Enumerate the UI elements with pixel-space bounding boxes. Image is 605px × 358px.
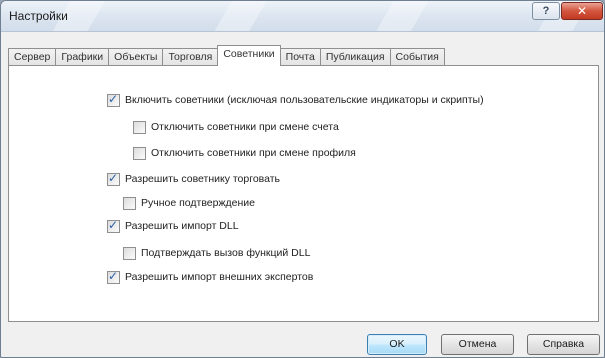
option-allow-external-experts[interactable]: ✓ Разрешить импорт внешних экспертов: [107, 268, 314, 284]
option-manual-confirmation[interactable]: Ручное подтверждение: [123, 196, 255, 210]
option-allow-dll-imports[interactable]: ✓ Разрешить импорт DLL: [107, 217, 239, 233]
tab-server[interactable]: Сервер: [8, 48, 57, 66]
check-mark-icon: ✓: [108, 170, 119, 185]
help-button[interactable]: Справка: [527, 334, 600, 355]
cancel-button[interactable]: Отмена: [441, 334, 514, 355]
tab-expert-advisors[interactable]: Советники: [217, 45, 281, 66]
checkbox-manual-confirmation[interactable]: [123, 196, 136, 210]
option-disable-on-profile-change[interactable]: Отключить советники при смене профиля: [133, 146, 356, 160]
help-icon[interactable]: ?: [532, 2, 560, 20]
option-enable-experts[interactable]: ✓ Включить советники (исключая пользоват…: [107, 91, 484, 107]
option-label: Разрешить советнику торговать: [125, 173, 281, 185]
title-bar-glass: [1, 1, 604, 31]
checkbox-disable-on-account-change[interactable]: [133, 120, 146, 134]
checkbox-allow-dll-imports[interactable]: ✓: [107, 217, 120, 233]
title-bar[interactable]: Настройки ? ✕: [1, 1, 604, 32]
close-icon[interactable]: ✕: [561, 2, 603, 20]
tab-publisher[interactable]: Публикация: [319, 48, 391, 66]
option-label: Разрешить импорт внешних экспертов: [125, 271, 314, 283]
option-label: Ручное подтверждение: [141, 197, 255, 209]
option-label: Разрешить импорт DLL: [125, 220, 239, 232]
tab-charts[interactable]: Графики: [55, 48, 110, 66]
checkbox-disable-on-profile-change[interactable]: [133, 146, 146, 160]
tab-email[interactable]: Почта: [279, 48, 321, 66]
checkbox-allow-live-trading[interactable]: ✓: [107, 170, 120, 186]
checkbox-confirm-dll-calls[interactable]: [123, 246, 136, 260]
option-disable-on-account-change[interactable]: Отключить советники при смене счета: [133, 120, 339, 134]
tab-objects[interactable]: Объекты: [108, 48, 164, 66]
ok-button[interactable]: OK: [367, 334, 427, 355]
check-mark-icon: ✓: [108, 91, 119, 106]
settings-dialog: Настройки ? ✕ Сервер Графики Объекты Тор…: [0, 0, 605, 358]
check-mark-icon: ✓: [108, 268, 119, 283]
tab-strip: Сервер Графики Объекты Торговля Советник…: [8, 45, 445, 66]
expert-advisors-panel: ✓ Включить советники (исключая пользоват…: [8, 65, 599, 322]
option-label: Отключить советники при смене счета: [151, 121, 339, 133]
option-label: Отключить советники при смене профиля: [151, 147, 356, 159]
option-allow-live-trading[interactable]: ✓ Разрешить советнику торговать: [107, 170, 281, 186]
option-confirm-dll-calls[interactable]: Подтверждать вызов функций DLL: [123, 246, 310, 260]
tab-events[interactable]: События: [389, 48, 445, 66]
option-label: Подтверждать вызов функций DLL: [141, 247, 311, 259]
window-title: Настройки: [9, 9, 68, 23]
checkbox-enable-experts[interactable]: ✓: [107, 91, 120, 107]
checkbox-allow-external-experts[interactable]: ✓: [107, 268, 120, 284]
check-mark-icon: ✓: [108, 217, 119, 232]
option-label: Включить советники (исключая пользовател…: [125, 94, 484, 106]
tab-trading[interactable]: Торговля: [162, 48, 219, 66]
